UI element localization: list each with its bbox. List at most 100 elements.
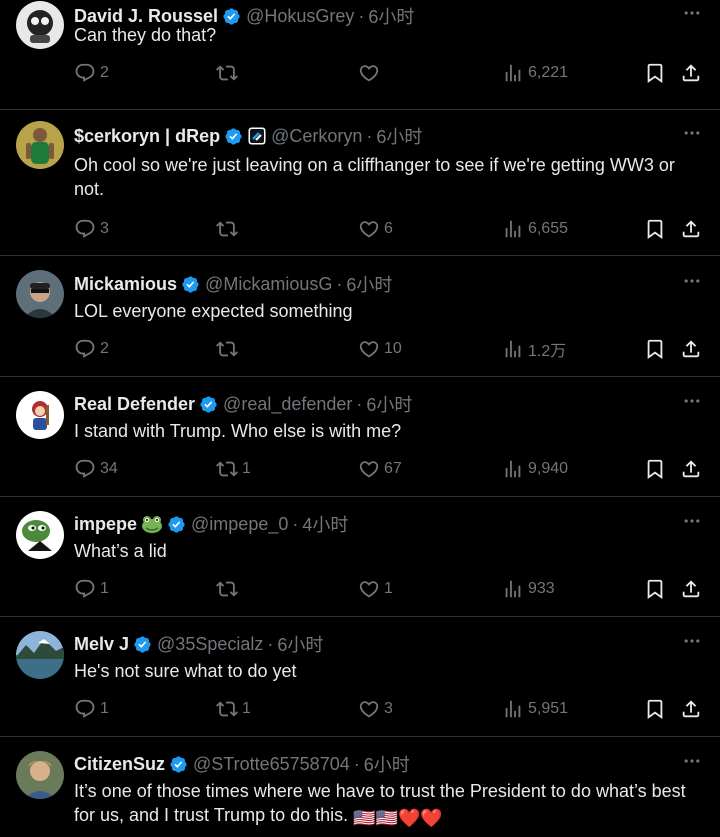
- like-icon: [358, 578, 380, 600]
- timestamp[interactable]: 4小时: [302, 511, 348, 537]
- display-name[interactable]: $cerkoryn | dRep: [74, 126, 220, 147]
- share-button[interactable]: [680, 217, 702, 241]
- more-icon: [682, 631, 702, 656]
- retweet-count: 1: [242, 460, 251, 477]
- verified-badge-icon[interactable]: [167, 515, 186, 534]
- share-button[interactable]: [680, 337, 702, 361]
- display-name[interactable]: Melv J: [74, 634, 129, 655]
- tweet-text: Can they do that?: [74, 23, 700, 47]
- avatar[interactable]: [16, 121, 64, 169]
- tweet[interactable]: David J. Roussel @HokusGrey · 6小时 Can th…: [0, 0, 720, 110]
- reply-button[interactable]: 2: [74, 61, 109, 85]
- tweet-text-content: He's not sure what to do yet: [74, 661, 297, 681]
- bookmark-button[interactable]: [644, 337, 666, 361]
- tweet-header: CitizenSuz @STrotte65758704 · 6小时: [74, 752, 410, 776]
- separator-dot: ·: [366, 125, 373, 146]
- share-button[interactable]: [680, 457, 702, 481]
- views-button[interactable]: 9,940: [502, 457, 568, 481]
- more-icon: [682, 391, 702, 416]
- display-name[interactable]: Real Defender: [74, 394, 195, 415]
- more-options-button[interactable]: [680, 5, 704, 25]
- more-options-button[interactable]: [680, 273, 704, 293]
- bookmark-button[interactable]: [644, 457, 666, 481]
- like-button[interactable]: 1: [358, 577, 393, 601]
- like-button[interactable]: 6: [358, 217, 393, 241]
- tweet[interactable]: Mickamious @MickamiousG · 6小时 LOL everyo…: [0, 256, 720, 377]
- display-name[interactable]: Mickamious: [74, 274, 177, 295]
- views-button[interactable]: 6,655: [502, 217, 568, 241]
- more-options-button[interactable]: [680, 753, 704, 773]
- retweet-icon: [216, 338, 238, 360]
- views-button[interactable]: 1.2万: [502, 337, 566, 361]
- like-button[interactable]: 10: [358, 337, 402, 361]
- tweet-text: It’s one of those times where we have to…: [74, 779, 700, 830]
- timestamp[interactable]: 6小时: [366, 391, 412, 417]
- avatar[interactable]: [16, 751, 64, 799]
- like-button[interactable]: [358, 61, 384, 85]
- reply-button[interactable]: 3: [74, 217, 109, 241]
- bookmark-button[interactable]: [644, 577, 666, 601]
- like-icon: [358, 218, 380, 240]
- reply-count: 2: [100, 340, 109, 357]
- tweet[interactable]: CitizenSuz @STrotte65758704 · 6小时 It’s o…: [0, 737, 720, 837]
- retweet-button[interactable]: 1: [216, 457, 251, 481]
- retweet-button[interactable]: 1: [216, 697, 251, 721]
- timestamp[interactable]: 6小时: [277, 631, 323, 657]
- user-handle[interactable]: @impepe_0: [191, 514, 288, 535]
- reply-button[interactable]: 34: [74, 457, 118, 481]
- verified-badge-icon[interactable]: [224, 127, 243, 146]
- tweet-text-content: Can they do that?: [74, 25, 217, 45]
- tweet-actions: 2 6,221: [74, 61, 704, 85]
- user-handle[interactable]: @real_defender: [223, 394, 352, 415]
- verified-badge-icon[interactable]: [133, 635, 152, 654]
- avatar[interactable]: [16, 631, 64, 679]
- bookmark-button[interactable]: [644, 697, 666, 721]
- user-handle[interactable]: @STrotte65758704: [193, 754, 350, 775]
- avatar[interactable]: [16, 511, 64, 559]
- reply-button[interactable]: 2: [74, 337, 109, 361]
- tweet[interactable]: $cerkoryn | dRep @Cerkoryn · 6小时 Oh cool…: [0, 110, 720, 256]
- views-icon: [502, 578, 524, 600]
- tweet[interactable]: Melv J @35Specialz · 6小时 He's not sure w…: [0, 617, 720, 737]
- retweet-button[interactable]: [216, 337, 242, 361]
- timestamp[interactable]: 6小时: [376, 123, 422, 149]
- user-handle[interactable]: @35Specialz: [157, 634, 263, 655]
- reply-button[interactable]: 1: [74, 697, 109, 721]
- timestamp[interactable]: 6小时: [364, 751, 410, 777]
- display-name[interactable]: impepe: [74, 514, 137, 535]
- like-button[interactable]: 3: [358, 697, 393, 721]
- avatar[interactable]: [16, 391, 64, 439]
- user-handle[interactable]: @Cerkoryn: [271, 126, 362, 147]
- tweet[interactable]: impepe @impepe_0 · 4小时 What’s a lid 1 1 …: [0, 497, 720, 617]
- bookmark-button[interactable]: [644, 61, 666, 85]
- avatar[interactable]: [16, 1, 64, 49]
- retweet-button[interactable]: [216, 61, 242, 85]
- share-button[interactable]: [680, 61, 702, 85]
- views-button[interactable]: 5,951: [502, 697, 568, 721]
- views-button[interactable]: 933: [502, 577, 555, 601]
- display-name[interactable]: CitizenSuz: [74, 754, 165, 775]
- retweet-button[interactable]: [216, 577, 242, 601]
- retweet-button[interactable]: [216, 217, 242, 241]
- tweet[interactable]: Real Defender @real_defender · 6小时 I sta…: [0, 377, 720, 497]
- avatar[interactable]: [16, 270, 64, 318]
- views-button[interactable]: 6,221: [502, 61, 568, 85]
- like-button[interactable]: 67: [358, 457, 402, 481]
- more-options-button[interactable]: [680, 633, 704, 653]
- more-options-button[interactable]: [680, 513, 704, 533]
- verified-badge-icon[interactable]: [169, 755, 188, 774]
- share-button[interactable]: [680, 577, 702, 601]
- more-options-button[interactable]: [680, 125, 704, 145]
- more-icon: [682, 751, 702, 776]
- bookmark-icon: [644, 578, 666, 600]
- reply-button[interactable]: 1: [74, 577, 109, 601]
- tweet-text-content: I stand with Trump. Who else is with me?: [74, 421, 402, 441]
- verified-badge-icon[interactable]: [181, 275, 200, 294]
- bookmark-button[interactable]: [644, 217, 666, 241]
- share-button[interactable]: [680, 697, 702, 721]
- affiliate-badge-icon[interactable]: [248, 127, 266, 145]
- more-options-button[interactable]: [680, 393, 704, 413]
- timestamp[interactable]: 6小时: [346, 271, 392, 297]
- user-handle[interactable]: @MickamiousG: [205, 274, 332, 295]
- verified-badge-icon[interactable]: [199, 395, 218, 414]
